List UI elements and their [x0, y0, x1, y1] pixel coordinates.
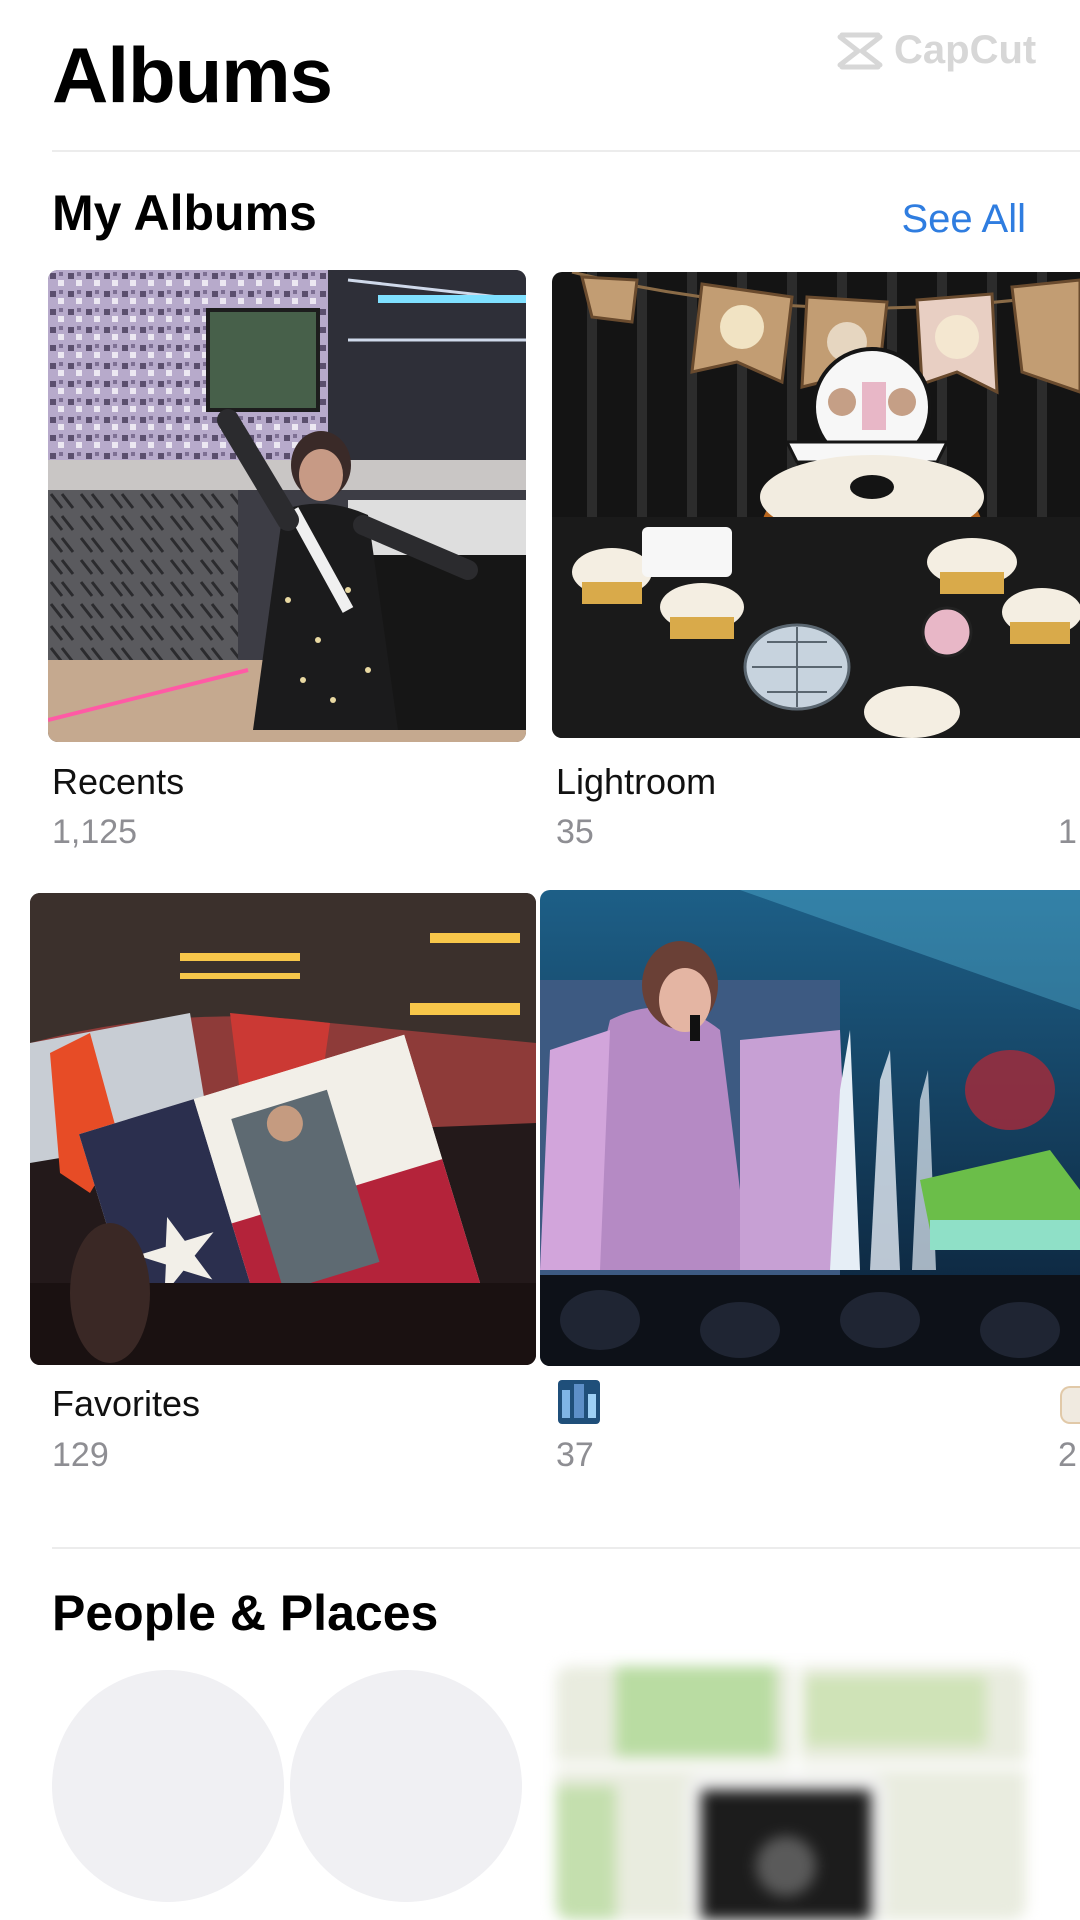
capcut-watermark: CapCut [836, 28, 1036, 73]
person-avatar-placeholder[interactable] [52, 1670, 284, 1902]
album-name-lightroom: Lightroom [556, 761, 717, 802]
header-divider [52, 150, 1080, 152]
my-albums-heading: My Albums [52, 185, 317, 241]
albums-screen: Albums CapCut My Albums See All Recents … [0, 0, 1080, 1920]
album-thumbnail-recents[interactable] [48, 270, 526, 742]
album-count-offscreen-2: 2 [1058, 1436, 1077, 1474]
capcut-logo-icon [837, 32, 883, 69]
album-count-lightroom: 35 [556, 813, 594, 851]
album-count-offscreen: 1 [1058, 813, 1077, 851]
offscreen-album-icon [1060, 1386, 1080, 1424]
places-map-thumbnail[interactable] [556, 1666, 1026, 1920]
album-name-favorites: Favorites [52, 1383, 201, 1424]
album-thumbnail-favorites[interactable] [30, 893, 536, 1365]
album-thumbnail-concert[interactable] [540, 890, 1080, 1366]
album-name-recents: Recents [52, 761, 185, 802]
watermark-text: CapCut [894, 28, 1037, 72]
section-divider [52, 1547, 1080, 1549]
album-count-concert: 37 [556, 1436, 594, 1474]
page-title: Albums [52, 31, 333, 119]
see-all-button[interactable]: See All [901, 197, 1026, 242]
album-count-favorites: 129 [52, 1436, 109, 1474]
people-places-heading: People & Places [52, 1585, 439, 1641]
album-count-recents: 1,125 [52, 813, 138, 851]
album-thumbnail-lightroom[interactable] [552, 272, 1080, 738]
person-avatar-placeholder[interactable] [290, 1670, 522, 1902]
album-title-thumbnail-icon [558, 1380, 600, 1424]
